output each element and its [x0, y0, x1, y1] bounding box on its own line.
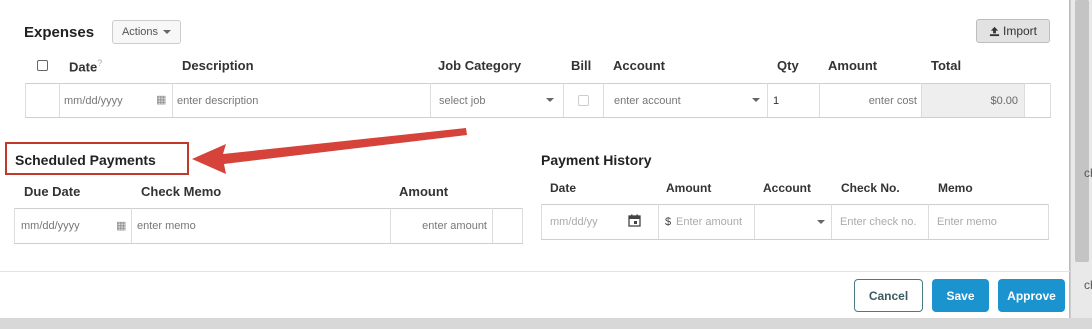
- scheduled-amount-input[interactable]: enter amount: [393, 209, 487, 243]
- col-history-check-no: Check No.: [841, 181, 900, 195]
- col-history-date: Date: [550, 181, 577, 195]
- cell-divider: [522, 208, 523, 243]
- col-sched-amount: Amount: [399, 184, 449, 199]
- cell-divider: [14, 208, 15, 243]
- save-button[interactable]: Save: [932, 279, 989, 312]
- account-chevron-down-icon[interactable]: [817, 220, 825, 224]
- table-divider: [14, 243, 523, 244]
- check-no-input[interactable]: Enter check no.: [840, 205, 926, 239]
- cell-divider: [492, 208, 493, 243]
- background-edge-text: ch: [1084, 278, 1092, 292]
- col-history-memo: Memo: [938, 181, 973, 195]
- cancel-button[interactable]: Cancel: [854, 279, 923, 312]
- calendar-icon[interactable]: [628, 214, 641, 227]
- col-history-amount: Amount: [666, 181, 712, 195]
- footer-divider: [0, 271, 1070, 272]
- memo-input[interactable]: enter memo: [137, 209, 387, 243]
- approve-button[interactable]: Approve: [998, 279, 1065, 312]
- background-edge-text: ch: [1084, 166, 1092, 180]
- history-memo-input[interactable]: Enter memo: [937, 205, 1037, 239]
- cell-divider: [658, 204, 659, 239]
- scheduled-payments-title: Scheduled Payments: [15, 152, 156, 168]
- cell-divider: [390, 208, 391, 243]
- cell-divider: [754, 204, 755, 239]
- history-date-input[interactable]: mm/dd/yy: [550, 205, 620, 239]
- table-divider: [541, 239, 1049, 240]
- scrollbar-thumb[interactable]: [1075, 0, 1089, 262]
- cell-divider: [831, 204, 832, 239]
- cell-divider: [131, 208, 132, 243]
- col-check-memo: Check Memo: [141, 184, 222, 199]
- background-strip: [0, 318, 1092, 329]
- cell-divider: [928, 204, 929, 239]
- payment-history-title: Payment History: [541, 152, 652, 168]
- expense-modal: Expenses Actions Import Date? Descriptio…: [0, 0, 1070, 318]
- col-history-account: Account: [763, 181, 811, 195]
- col-due-date: Due Date: [24, 184, 81, 199]
- scrollbar[interactable]: [1070, 0, 1092, 318]
- cell-divider: [541, 204, 542, 239]
- history-amount-input[interactable]: Enter amount: [676, 205, 752, 239]
- calendar-icon[interactable]: ▦: [116, 219, 126, 232]
- cell-divider: [1048, 204, 1049, 239]
- currency-symbol: $: [665, 216, 672, 228]
- due-date-input[interactable]: mm/dd/yyyy: [21, 209, 111, 243]
